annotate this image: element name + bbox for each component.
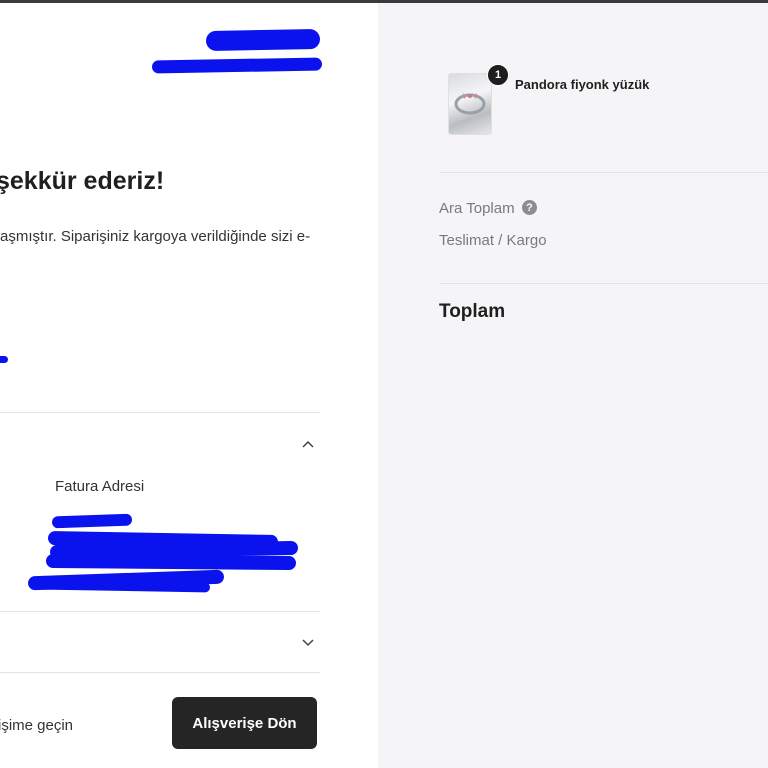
summary-divider [439, 172, 768, 173]
billing-address-label: Fatura Adresi [55, 478, 145, 495]
confirmation-message: aşmıştır. Siparişiniz kargoya verildiğin… [0, 228, 311, 245]
shipping-label: Teslimat / Kargo [439, 232, 547, 249]
subtotal-label: Ara Toplam [439, 200, 515, 217]
section-divider [0, 611, 320, 612]
total-label: Toplam [439, 301, 506, 322]
product-image [448, 73, 492, 135]
chevron-down-icon[interactable] [301, 635, 315, 649]
thank-you-heading: şekkür ederiz! [0, 167, 165, 195]
redaction-mark [151, 57, 323, 74]
section-divider [0, 412, 320, 413]
order-confirmation-panel: şekkür ederiz! aşmıştır. Siparişiniz kar… [0, 3, 378, 768]
quantity-badge: 1 [487, 64, 509, 86]
back-to-shopping-button[interactable]: Alışverişe Dön [172, 697, 317, 749]
section-divider [0, 672, 320, 673]
help-circle-icon[interactable]: ? [522, 200, 537, 215]
help-link[interactable]: işime geçin [0, 717, 73, 734]
ring-icon [454, 93, 486, 115]
order-summary-panel: 1 Pandora fiyonk yüzük Ara Toplam ? Tesl… [378, 3, 768, 768]
redaction-mark [0, 356, 8, 363]
summary-divider [439, 283, 768, 284]
chevron-up-icon[interactable] [301, 437, 315, 451]
product-name: Pandora fiyonk yüzük [515, 77, 650, 92]
redaction-mark [205, 29, 321, 51]
